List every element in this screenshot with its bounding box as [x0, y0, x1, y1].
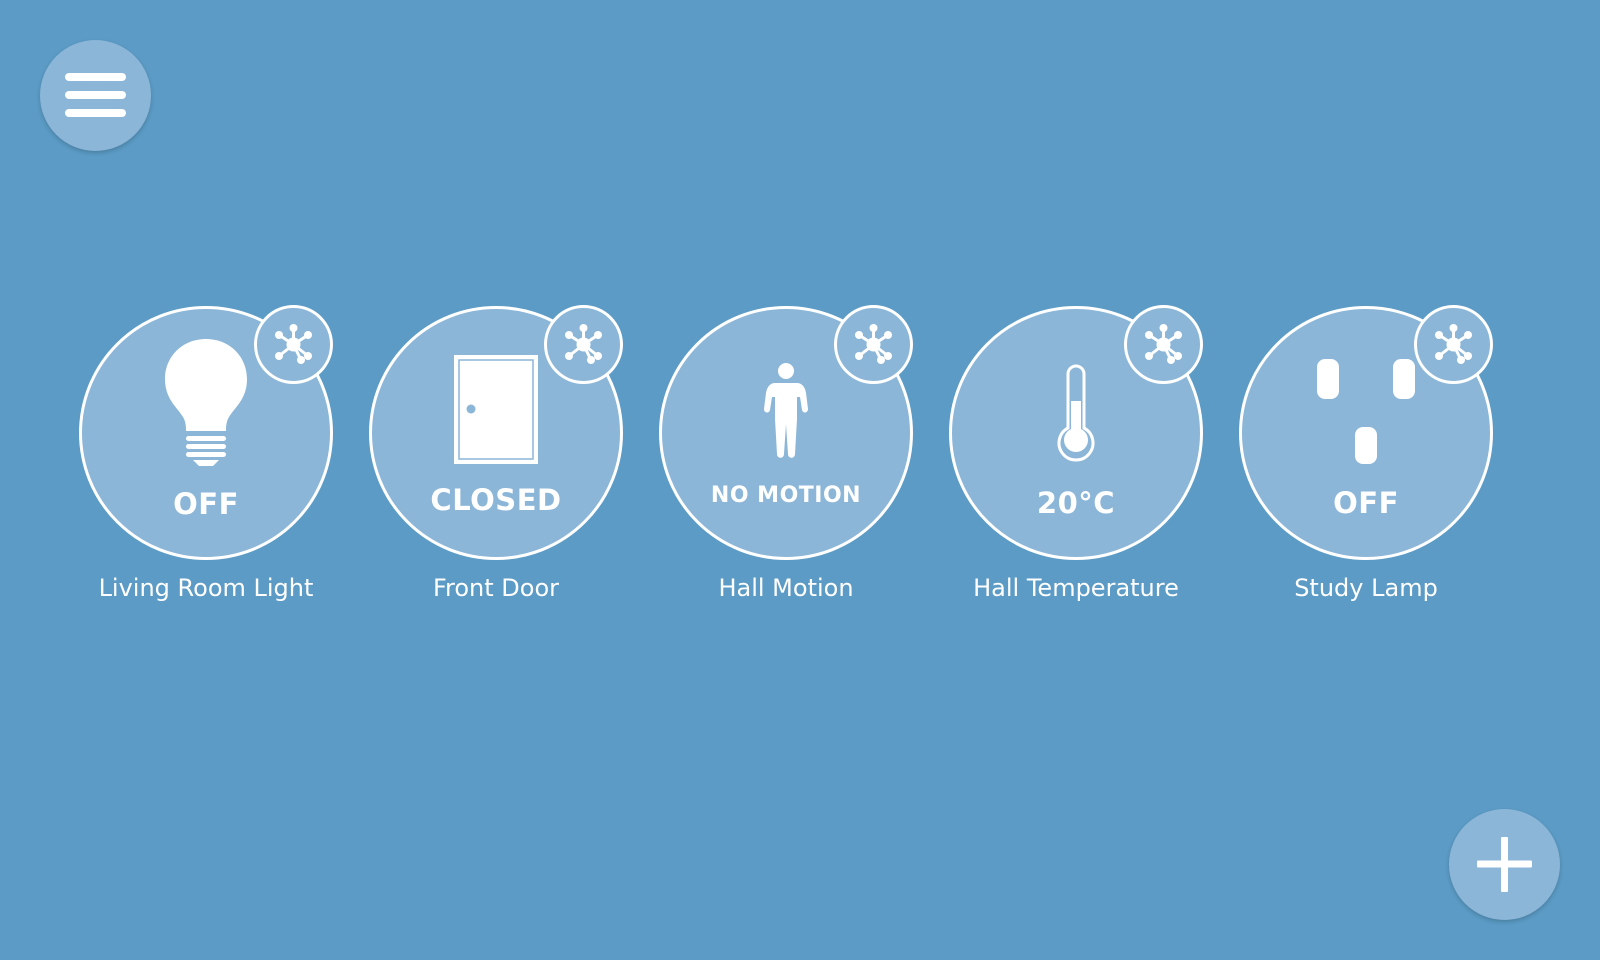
hamburger-menu-icon — [65, 73, 126, 117]
menu-button[interactable] — [40, 40, 151, 151]
device-tile-study-lamp[interactable]: OFF Study Lamp — [1160, 305, 1493, 616]
plus-icon — [1477, 837, 1532, 892]
device-state: OFF — [1333, 486, 1399, 520]
app-background: OFF Living Room Light CLOSED Front Door … — [0, 0, 1600, 960]
device-tile-hall-motion[interactable]: NO MOTION Hall Motion — [580, 305, 913, 616]
device-tile-living-room-light[interactable]: OFF Living Room Light — [0, 305, 333, 616]
zwave-network-icon — [1435, 324, 1472, 364]
device-tile-hall-temperature[interactable]: 20°C Hall Temperature — [870, 305, 1203, 616]
device-name: Study Lamp — [1294, 574, 1438, 602]
add-device-button[interactable] — [1449, 809, 1560, 920]
network-badge[interactable] — [1414, 305, 1493, 384]
device-tile-front-door[interactable]: CLOSED Front Door — [290, 305, 623, 616]
